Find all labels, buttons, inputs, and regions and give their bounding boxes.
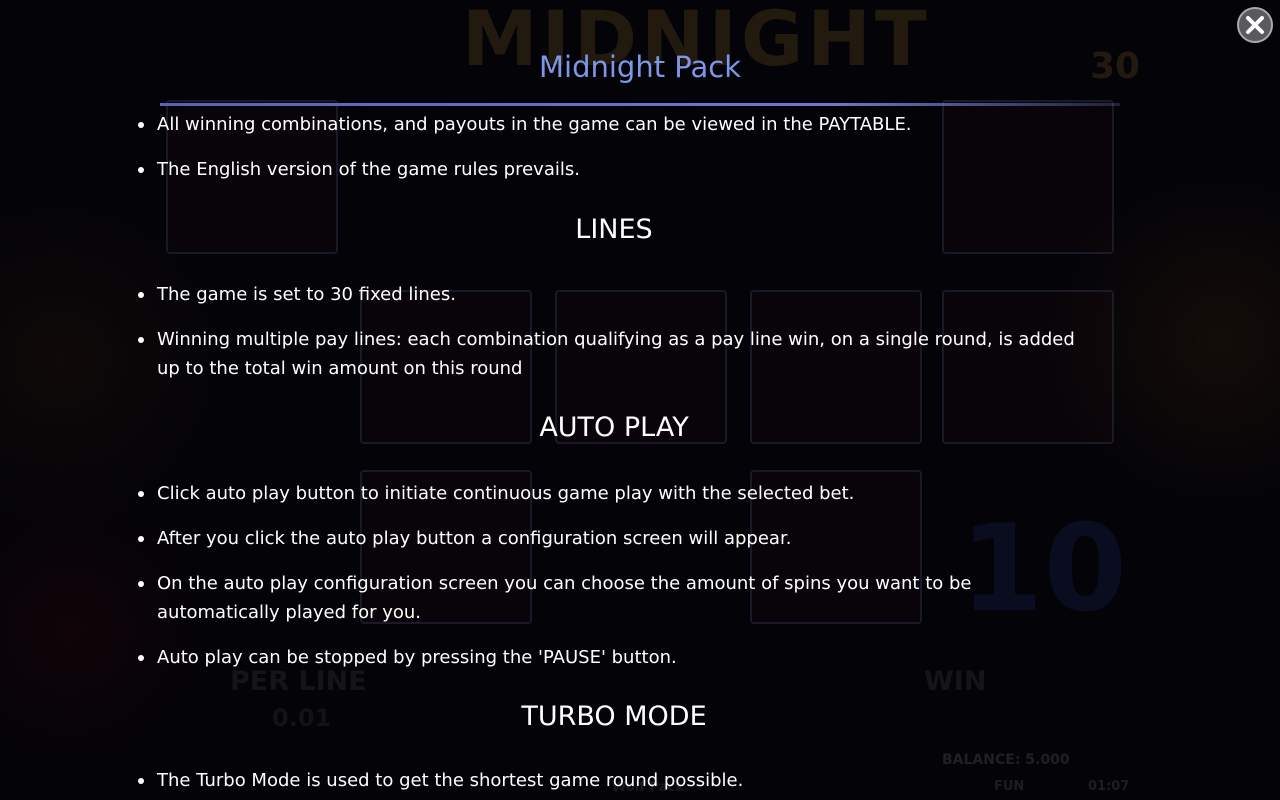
title-divider [160,103,1120,106]
close-icon [1246,16,1264,34]
rule-item: The game is set to 30 fixed lines. [0,280,1077,309]
lines-list: The game is set to 30 fixed lines. Winni… [0,280,1280,383]
rule-item: Winning multiple pay lines: each combina… [0,325,1077,383]
rules-content: All winning combinations, and payouts in… [0,110,1280,795]
section-heading-lines: LINES [575,214,653,245]
rule-item: The English version of the game rules pr… [0,155,1077,184]
rule-item: On the auto play configuration screen yo… [0,569,1077,627]
close-button[interactable] [1237,7,1273,43]
turbo-mode-list: The Turbo Mode is used to get the shorte… [0,766,1280,795]
section-heading-auto-play: AUTO PLAY [539,412,689,443]
rule-item: Click auto play button to initiate conti… [0,479,1077,508]
rules-title: Midnight Pack [539,50,741,84]
intro-list: All winning combinations, and payouts in… [0,110,1280,184]
rule-item: The Turbo Mode is used to get the shorte… [0,766,1077,795]
rule-item: Auto play can be stopped by pressing the… [0,643,1077,672]
rule-item: After you click the auto play button a c… [0,524,1077,553]
section-heading-turbo-mode: TURBO MODE [521,701,707,732]
auto-play-list: Click auto play button to initiate conti… [0,479,1280,672]
rule-item: All winning combinations, and payouts in… [0,110,1077,139]
